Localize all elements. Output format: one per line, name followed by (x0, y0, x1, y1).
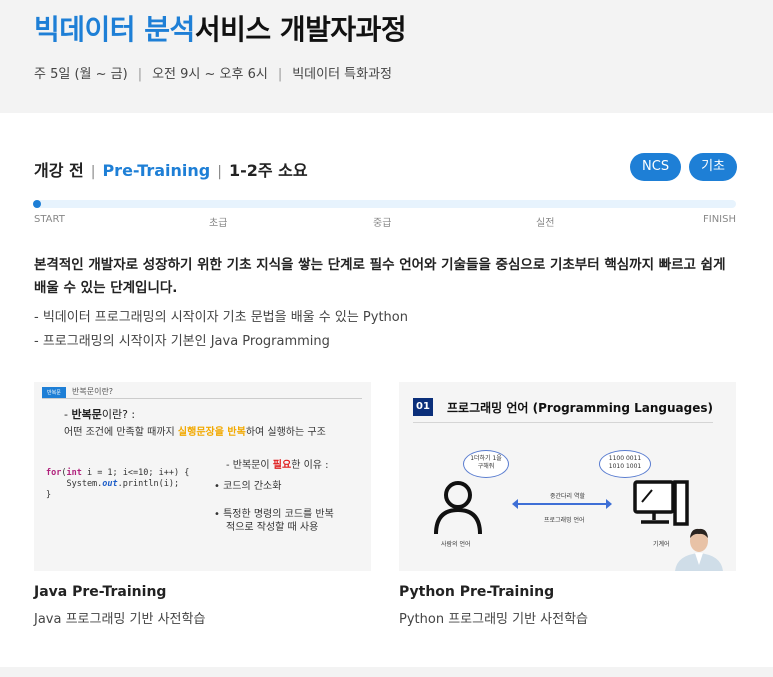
card-title-python[interactable]: Python Pre-Training (399, 584, 554, 600)
step-beginner: 초급 (209, 218, 228, 229)
python-thumbnail[interactable]: 01 프로그래밍 언어 (Programming Languages) 1더하기… (399, 382, 736, 571)
code-sample: for(int i = 1; i<=10; i++) { System.out.… (46, 468, 190, 500)
footer-strip (0, 667, 773, 677)
user-icon (434, 481, 482, 535)
label-machine-code: 기계어 (653, 541, 670, 548)
speech-bubble-machine: 1100 0011 1010 1001 (599, 450, 651, 478)
stage-heading: 개강 전 | Pre-Training | 1-2주 소요 (34, 161, 308, 180)
divider (413, 422, 713, 423)
stage-card: 개강 전 | Pre-Training | 1-2주 소요 NCS 기초 START 초… (0, 113, 773, 667)
meta-category: 빅데이터 특화과정 (292, 67, 393, 82)
slide-bullet: • 코드의 간소화 (214, 481, 282, 492)
course-meta: 주 5일 (월 ~ 금) | 오전 9시 ~ 오후 6시 | 빅데이터 특화과정 (34, 67, 393, 82)
stage-bullets: - 빅데이터 프로그래밍의 시작이자 기초 문법을 배울 수 있는 Python… (34, 306, 408, 354)
badge-basic: 기초 (689, 153, 737, 181)
slide-title: 프로그래밍 언어 (Programming Languages) (447, 401, 713, 415)
stage-description: 본격적인 개발자로 성장하기 위한 기초 지식을 쌓는 단계로 필수 언어와 기… (34, 257, 726, 296)
meta-hours: 오전 9시 ~ 오후 6시 (152, 67, 268, 82)
slide-definition: 어떤 조건에 만족할 때까지 실행문장을 반복하여 실행하는 구조 (64, 427, 326, 438)
step-practical: 실전 (536, 218, 555, 229)
slide-tag-title: 반복문이란? (72, 387, 114, 396)
card-title-java[interactable]: Java Pre-Training (34, 584, 166, 600)
double-arrow-icon (512, 499, 612, 509)
slide-tag: 반복문 (42, 387, 66, 398)
slide-number: 01 (413, 398, 433, 416)
step-start: START (34, 214, 65, 225)
slide-heading: - 반복문이란? : (64, 408, 136, 421)
course-header: 빅데이터 분석서비스 개발자과정 주 5일 (월 ~ 금) | 오전 9시 ~ 오후… (0, 0, 773, 113)
progress-marker (33, 200, 41, 208)
slide-bullet: • 특정한 명령의 코드를 반복 (214, 509, 334, 520)
badge-group: NCS 기초 (630, 153, 737, 181)
label-bridge: 중간다리 역할 (550, 493, 586, 500)
step-intermediate: 중급 (373, 218, 392, 229)
bullet-item: - 프로그래밍의 시작이자 기본인 Java Programming (34, 334, 330, 349)
stage-duration: 1-2주 소요 (228, 161, 308, 180)
divider (42, 398, 362, 399)
meta-schedule: 주 5일 (월 ~ 금) (34, 67, 128, 82)
label-human-language: 사람의 언어 (441, 541, 471, 548)
label-programming-language: 프로그래밍 언어 (544, 517, 585, 524)
course-title: 빅데이터 분석서비스 개발자과정 (34, 13, 407, 46)
java-thumbnail[interactable]: 반복문 반복문이란? - 반복문이란? : 어떤 조건에 만족할 때까지 실행문… (34, 382, 371, 571)
stage-phase: 개강 전 (34, 161, 84, 180)
card-subtitle-python: Python 프로그래밍 기반 사전학습 (399, 612, 589, 627)
slide-bullet: 적으로 작성할 때 사용 (226, 522, 319, 533)
step-finish: FINISH (703, 214, 736, 225)
badge-ncs: NCS (630, 153, 682, 181)
slide-why: - 반복문이 필요한 이유 : (226, 460, 329, 471)
progress-track (33, 200, 736, 208)
stage-name: Pre-Training (102, 161, 211, 180)
bullet-item: - 빅데이터 프로그래밍의 시작이자 기초 문법을 배울 수 있는 Python (34, 310, 408, 325)
speech-bubble-human: 1더하기 1을 구해줘 (463, 450, 509, 478)
instructor-avatar (675, 528, 723, 571)
card-subtitle-java: Java 프로그래밍 기반 사전학습 (34, 612, 206, 627)
